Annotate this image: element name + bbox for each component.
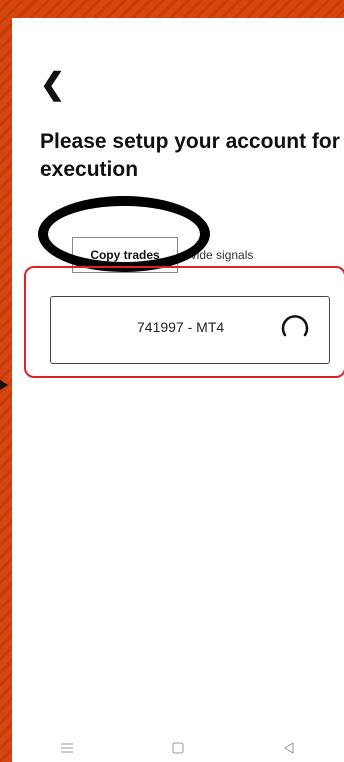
loading-spinner-icon [281,315,309,337]
home-square-icon[interactable] [168,740,188,756]
mode-selector: Copy trades ovide signals [72,236,253,274]
tab-copy-trades[interactable]: Copy trades [72,237,178,273]
back-button[interactable]: ❮ [40,70,65,100]
page-title: Please setup your account for execution [40,130,340,181]
account-card[interactable]: 741997 - MT4 [50,296,330,364]
pointer-arrow-icon [0,380,8,390]
system-navbar [12,734,344,762]
tab-provide-signals[interactable]: ovide signals [178,237,253,273]
account-label: 741997 - MT4 [137,319,225,335]
menu-icon[interactable] [57,740,77,756]
back-triangle-icon[interactable] [279,740,299,756]
app-screen: ❮ Please setup your account for executio… [12,18,344,762]
